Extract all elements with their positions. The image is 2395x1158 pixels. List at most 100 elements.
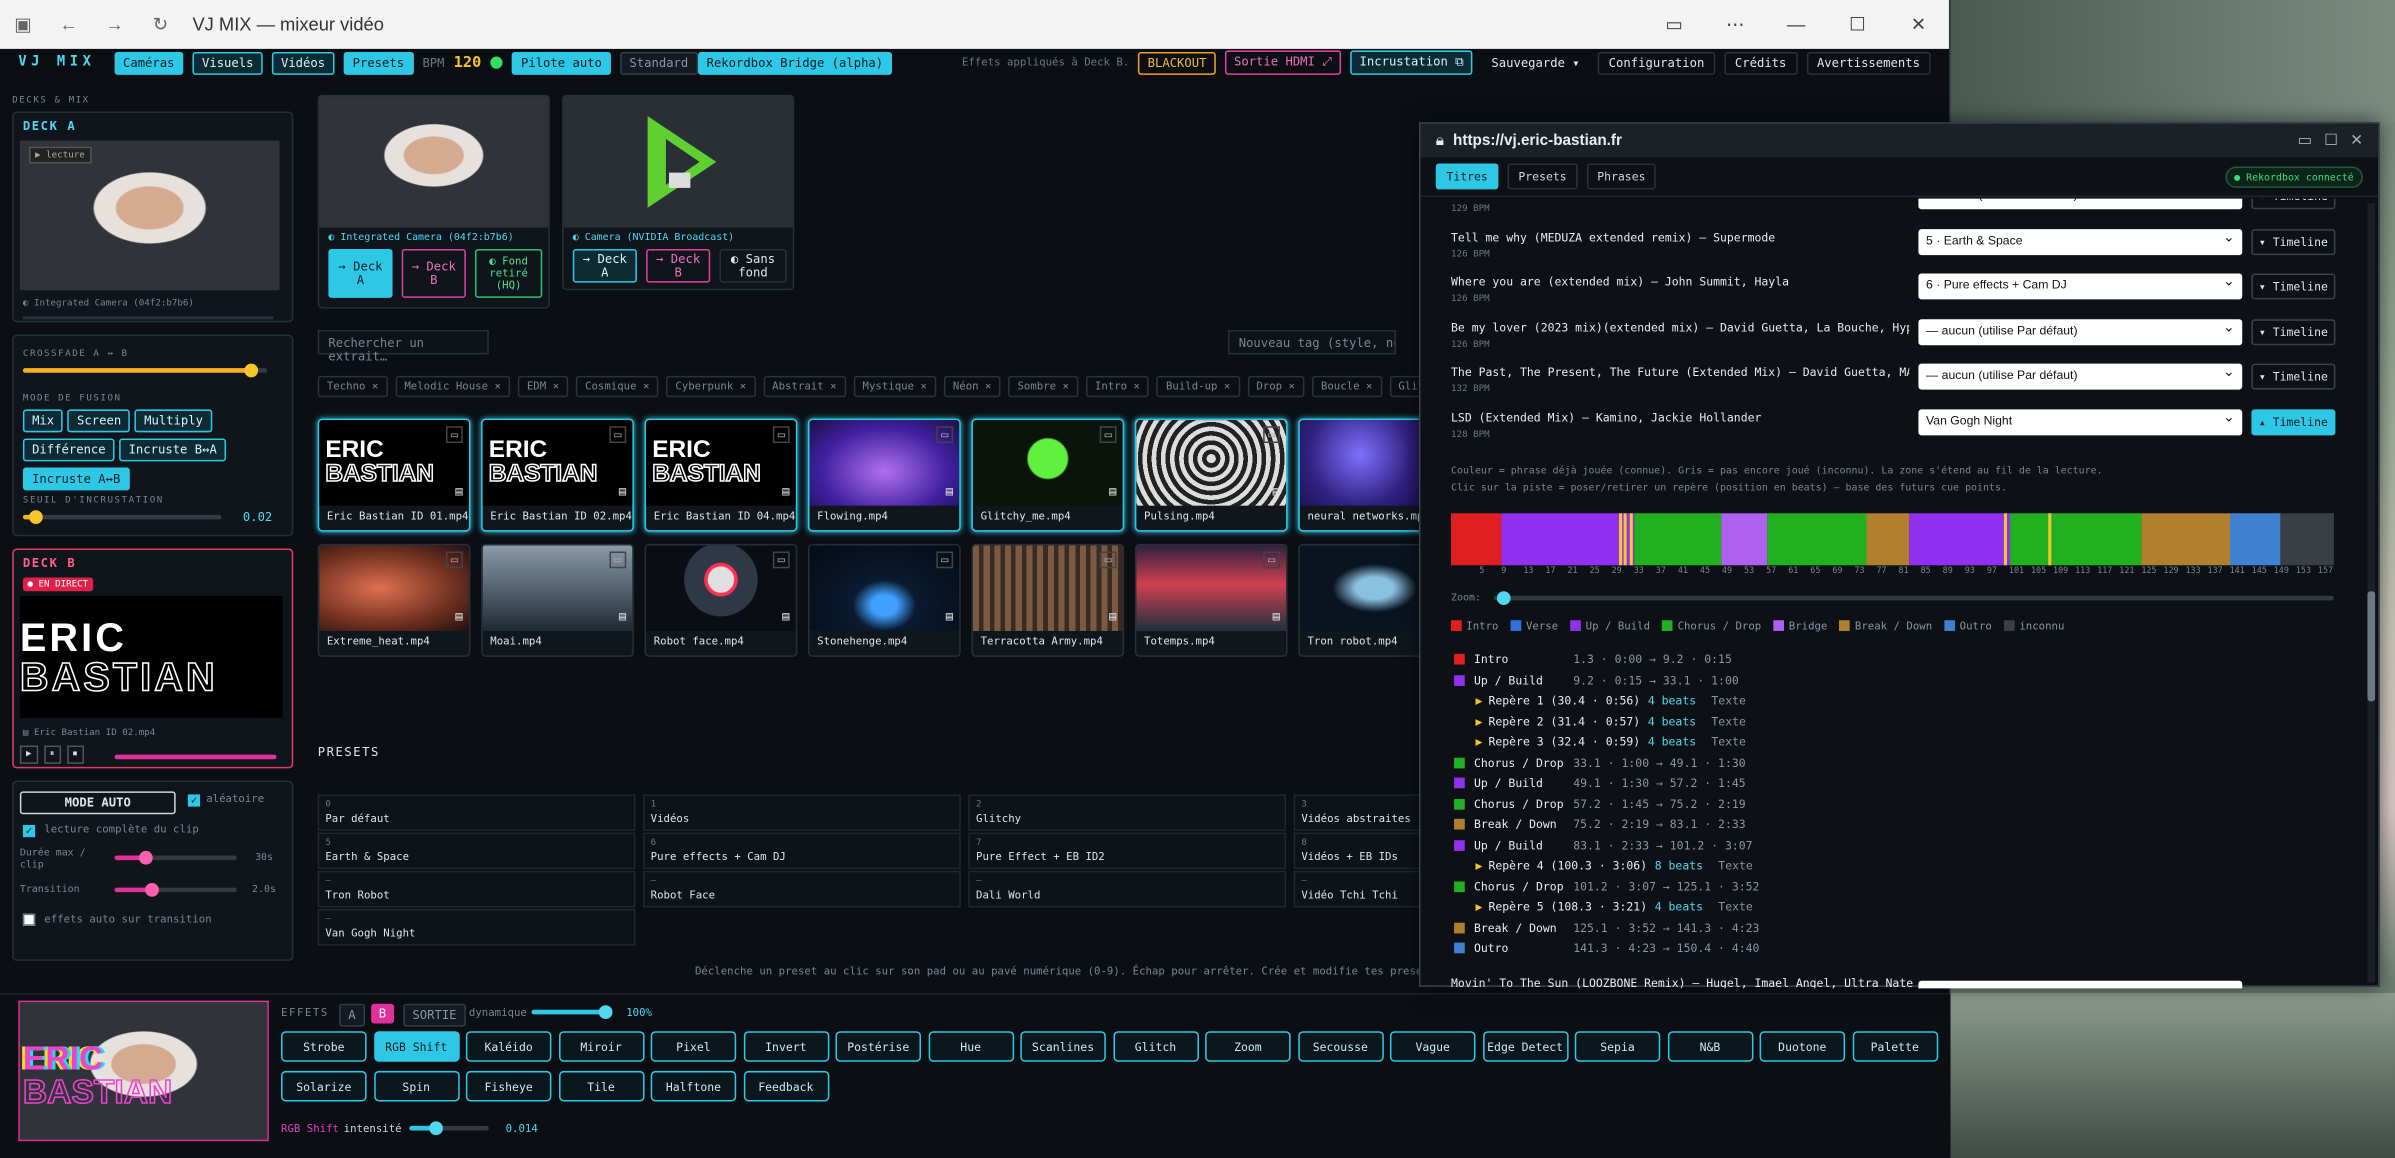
- video-thumbnail[interactable]: ▤ ▭ Pulsing.mp4: [1134, 418, 1288, 532]
- tag-chip[interactable]: Cosmique ×: [575, 375, 659, 398]
- tag-chip[interactable]: Intro ×: [1085, 375, 1150, 398]
- effect-button[interactable]: Secousse: [1297, 1031, 1384, 1062]
- video-thumbnail[interactable]: ERIC BASTIAN ▤ ▭ Eric Bastian ID 01.mp4: [317, 418, 471, 532]
- cast-icon[interactable]: ▭: [2297, 132, 2311, 149]
- timeline-segment[interactable]: [1633, 513, 1722, 566]
- section-row[interactable]: Up / Build 9.2 · 0:15 → 33.1 · 1:00: [1454, 673, 1739, 687]
- tag-chip[interactable]: Melodic House ×: [395, 375, 511, 398]
- timeline-segment[interactable]: [2280, 513, 2334, 566]
- repere-row[interactable]: ▶ Repère 3 (32.4 · 0:59) 4 beats Texte: [1475, 735, 1745, 749]
- dynamique-slider[interactable]: [531, 1005, 613, 1019]
- camera-icon[interactable]: ▭: [936, 551, 954, 569]
- clip-icon[interactable]: ▤: [1273, 484, 1280, 498]
- repere-text[interactable]: Texte: [1711, 735, 1745, 749]
- camera-icon[interactable]: ▭: [1263, 426, 1280, 444]
- video-thumbnail[interactable]: ▤ ▭ Flowing.mp4: [807, 418, 961, 532]
- effect-button[interactable]: Postérise: [835, 1031, 922, 1062]
- deck-b-progress[interactable]: [114, 754, 277, 760]
- repere-row[interactable]: ▶ Repère 2 (31.4 · 0:57) 4 beats Texte: [1475, 714, 1745, 728]
- timeline-segment[interactable]: [1865, 513, 1910, 566]
- repere-beats[interactable]: 4 beats: [1655, 900, 1703, 914]
- tag-chip[interactable]: Abstrait ×: [762, 375, 846, 398]
- source-1-deck-b[interactable]: → Deck B: [401, 249, 466, 298]
- effect-button[interactable]: Duotone: [1759, 1031, 1846, 1062]
- close-icon[interactable]: ✕: [2350, 132, 2363, 149]
- timeline-segment[interactable]: [2009, 513, 2142, 566]
- preset-pad[interactable]: 7 Pure Effect + EB ID2: [968, 832, 1287, 870]
- zoom-slider[interactable]: [1493, 591, 2334, 605]
- effect-button[interactable]: Feedback: [743, 1070, 829, 1102]
- tag-chip[interactable]: Sombre ×: [1008, 375, 1079, 398]
- effect-button[interactable]: Glitch: [1112, 1031, 1199, 1062]
- preset-pad[interactable]: 2 Glitchy: [968, 794, 1287, 832]
- clip-icon[interactable]: ▤: [946, 610, 953, 624]
- mode-multiply[interactable]: Multiply: [134, 409, 213, 433]
- camera-icon[interactable]: ▭: [446, 426, 463, 444]
- pause-icon[interactable]: ⏸: [43, 745, 61, 764]
- clip-icon[interactable]: ▤: [455, 484, 462, 498]
- preset-pad[interactable]: – Robot Face: [643, 870, 961, 908]
- timeline-bar[interactable]: [1451, 513, 2334, 566]
- camera-icon[interactable]: ▭: [446, 551, 463, 569]
- source-1-deck-a[interactable]: → Deck A: [328, 249, 393, 298]
- effect-button[interactable]: Solarize: [281, 1070, 367, 1102]
- video-thumbnail[interactable]: ▤ ▭ Robot face.mp4: [644, 543, 798, 657]
- video-thumbnail[interactable]: ▤ ▭ Extreme_heat.mp4: [317, 543, 471, 657]
- video-thumbnail[interactable]: ▤ ▭ Moai.mp4: [481, 543, 634, 657]
- preset-pad[interactable]: 5 Earth & Space: [317, 832, 636, 870]
- source-2-deck-a[interactable]: → Deck A: [572, 249, 637, 283]
- timeline-segment[interactable]: [2141, 513, 2231, 566]
- intensite-slider[interactable]: [409, 1121, 489, 1136]
- preset-pad[interactable]: 6 Pure effects + Cam DJ: [643, 832, 961, 870]
- preset-select[interactable]: — aucun (utilise Par défaut): [1918, 363, 2243, 390]
- source-2-sans-fond[interactable]: ◐ Sans fond: [719, 249, 787, 283]
- timeline-button[interactable]: ▾ Timeline: [2251, 363, 2336, 390]
- effects-target-sortie[interactable]: SORTIE: [403, 1003, 466, 1027]
- camera-icon[interactable]: ▭: [1099, 426, 1117, 444]
- maximize-icon[interactable]: ☐: [2324, 132, 2338, 149]
- camera-icon[interactable]: ▭: [609, 551, 627, 569]
- timeline-segment[interactable]: [1909, 513, 2010, 566]
- search-input[interactable]: Rechercher un extrait…: [317, 329, 489, 364]
- section-row[interactable]: Break / Down 75.2 · 2:19 → 83.1 · 2:33: [1454, 817, 1746, 831]
- effect-button[interactable]: N&B: [1667, 1031, 1753, 1062]
- clip-icon[interactable]: ▤: [782, 610, 789, 624]
- effect-button[interactable]: RGB Shift: [373, 1031, 459, 1062]
- section-row[interactable]: Break / Down 125.1 · 3:52 → 141.3 · 4:23: [1454, 920, 1759, 934]
- video-thumbnail[interactable]: ▤ ▭ Glitchy_me.mp4: [971, 418, 1125, 532]
- lecture-complete-checkbox[interactable]: ✓: [22, 824, 36, 838]
- timeline-segment[interactable]: [2230, 513, 2281, 566]
- transition-slider[interactable]: [114, 883, 237, 897]
- clip-icon[interactable]: ▤: [1109, 484, 1116, 498]
- repere-beats[interactable]: 8 beats: [1655, 859, 1703, 873]
- effect-button[interactable]: Strobe: [281, 1031, 367, 1062]
- camera-icon[interactable]: ▭: [936, 426, 954, 444]
- clip-icon[interactable]: ▤: [619, 484, 626, 498]
- mode-difference[interactable]: Différence: [22, 438, 115, 462]
- aleatoire-checkbox[interactable]: ✓: [187, 794, 201, 807]
- tag-input[interactable]: Nouveau tag (style, no: [1228, 329, 1397, 355]
- video-thumbnail[interactable]: ▤ ▭ Terracotta Army.mp4: [971, 543, 1125, 657]
- effect-button[interactable]: Halftone: [650, 1070, 737, 1102]
- tab-phrases[interactable]: Phrases: [1586, 163, 1657, 190]
- preset-pad[interactable]: – Tron Robot: [317, 870, 636, 908]
- preset-pad[interactable]: 1 Vidéos: [643, 794, 961, 832]
- preset-select[interactable]: — aucun (utilise Par défaut): [1918, 319, 2243, 346]
- tag-chip[interactable]: Build-up ×: [1156, 375, 1240, 398]
- timeline-button[interactable]: ▾ Timeline: [2251, 229, 2336, 256]
- camera-icon[interactable]: ▭: [1263, 551, 1280, 569]
- effect-button[interactable]: Palette: [1851, 1031, 1938, 1062]
- cue-marker[interactable]: [1629, 513, 1633, 566]
- clip-icon[interactable]: ▤: [1273, 610, 1280, 624]
- cue-marker[interactable]: [1624, 513, 1628, 566]
- repere-text[interactable]: Texte: [1711, 694, 1745, 708]
- effect-button[interactable]: Pixel: [650, 1031, 737, 1062]
- duree-slider[interactable]: [114, 850, 237, 865]
- effect-button[interactable]: Edge Detect: [1482, 1031, 1568, 1062]
- timeline-segment[interactable]: [1501, 513, 1634, 566]
- section-row[interactable]: Up / Build 83.1 · 2:33 → 101.2 · 3:07: [1454, 838, 1753, 852]
- effects-target-a[interactable]: A: [339, 1003, 365, 1027]
- timeline-segment[interactable]: [1766, 513, 1866, 566]
- tab-presets-popup[interactable]: Presets: [1507, 163, 1578, 190]
- video-thumbnail[interactable]: ERIC BASTIAN ▤ ▭ Eric Bastian ID 04.mp4: [644, 418, 798, 532]
